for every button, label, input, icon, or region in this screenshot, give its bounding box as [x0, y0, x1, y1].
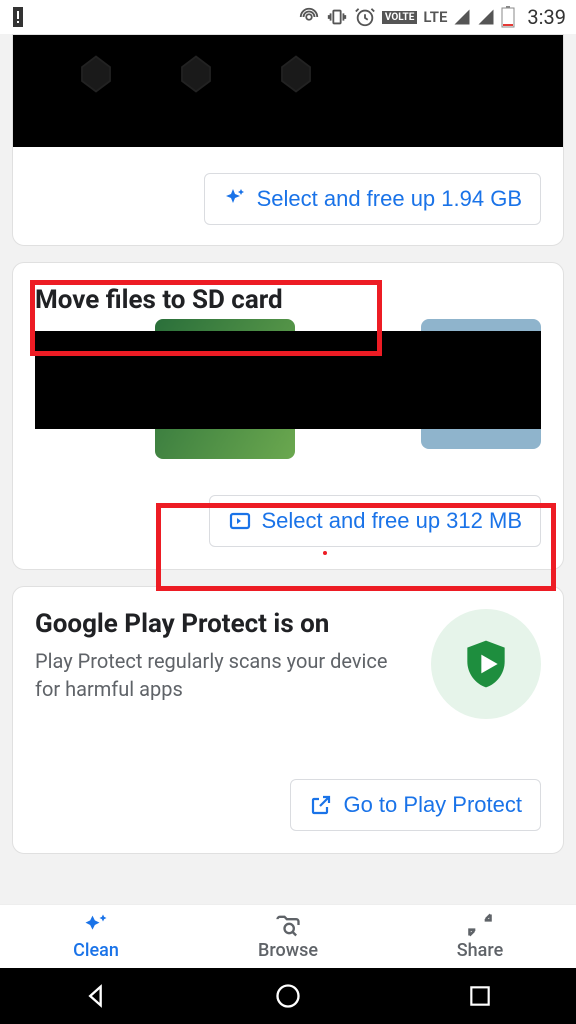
button-label: Go to Play Protect: [343, 792, 522, 818]
status-bar: VOLTE LTE 3:39: [0, 0, 576, 34]
content-area: Select and free up 1.94 GB Move files to…: [0, 34, 576, 904]
protect-desc: Play Protect regularly scans your device…: [35, 647, 415, 703]
app-thumb-1[interactable]: [69, 47, 123, 101]
battery-icon: [501, 6, 515, 28]
play-protect-card: Google Play Protect is on Play Protect r…: [12, 586, 564, 854]
sparkle-icon: [82, 912, 110, 938]
hotspot-icon: [298, 6, 320, 28]
free-up-button-2[interactable]: Select and free up 312 MB: [209, 495, 542, 547]
thumbnail-strip: [13, 35, 563, 147]
sparkle-icon: [223, 187, 247, 211]
warning-icon: [10, 5, 26, 29]
open-external-icon: [309, 793, 333, 817]
home-button[interactable]: [238, 976, 338, 1016]
share-icon: [466, 912, 494, 938]
bottom-nav: Clean Browse Share: [0, 904, 576, 968]
protect-title: Google Play Protect is on: [35, 609, 415, 639]
folder-search-icon: [274, 912, 302, 938]
move-files-card: Move files to SD card Select and free up…: [12, 262, 564, 570]
button-label: Select and free up 1.94 GB: [257, 186, 522, 212]
nav-share[interactable]: Share: [384, 905, 576, 968]
move-icon: [228, 509, 252, 533]
app-thumb-3[interactable]: [269, 47, 323, 101]
back-button[interactable]: [46, 976, 146, 1016]
vibrate-icon: [326, 6, 348, 28]
free-up-button-1[interactable]: Select and free up 1.94 GB: [204, 173, 541, 225]
signal-icon-1: [453, 8, 471, 26]
nav-browse[interactable]: Browse: [192, 905, 384, 968]
recent-button[interactable]: [430, 976, 530, 1016]
volte-badge: VOLTE: [382, 11, 418, 24]
button-label: Select and free up 312 MB: [262, 508, 523, 534]
alarm-icon: [354, 6, 376, 28]
clock-time: 3:39: [527, 5, 566, 29]
nav-clean[interactable]: Clean: [0, 905, 192, 968]
cleanup-card-top: Select and free up 1.94 GB: [12, 34, 564, 246]
signal-icon-2: [477, 8, 495, 26]
go-to-play-protect-button[interactable]: Go to Play Protect: [290, 779, 541, 831]
thumbnail-strip-2: [35, 331, 541, 451]
play-protect-badge: [431, 609, 541, 719]
nav-label: Share: [457, 940, 503, 961]
nav-label: Browse: [258, 940, 318, 961]
card-title-move: Move files to SD card: [13, 263, 563, 315]
lte-label: LTE: [423, 8, 447, 26]
app-thumb-2[interactable]: [169, 47, 223, 101]
nav-label: Clean: [73, 940, 119, 961]
system-nav-bar: [0, 968, 576, 1024]
